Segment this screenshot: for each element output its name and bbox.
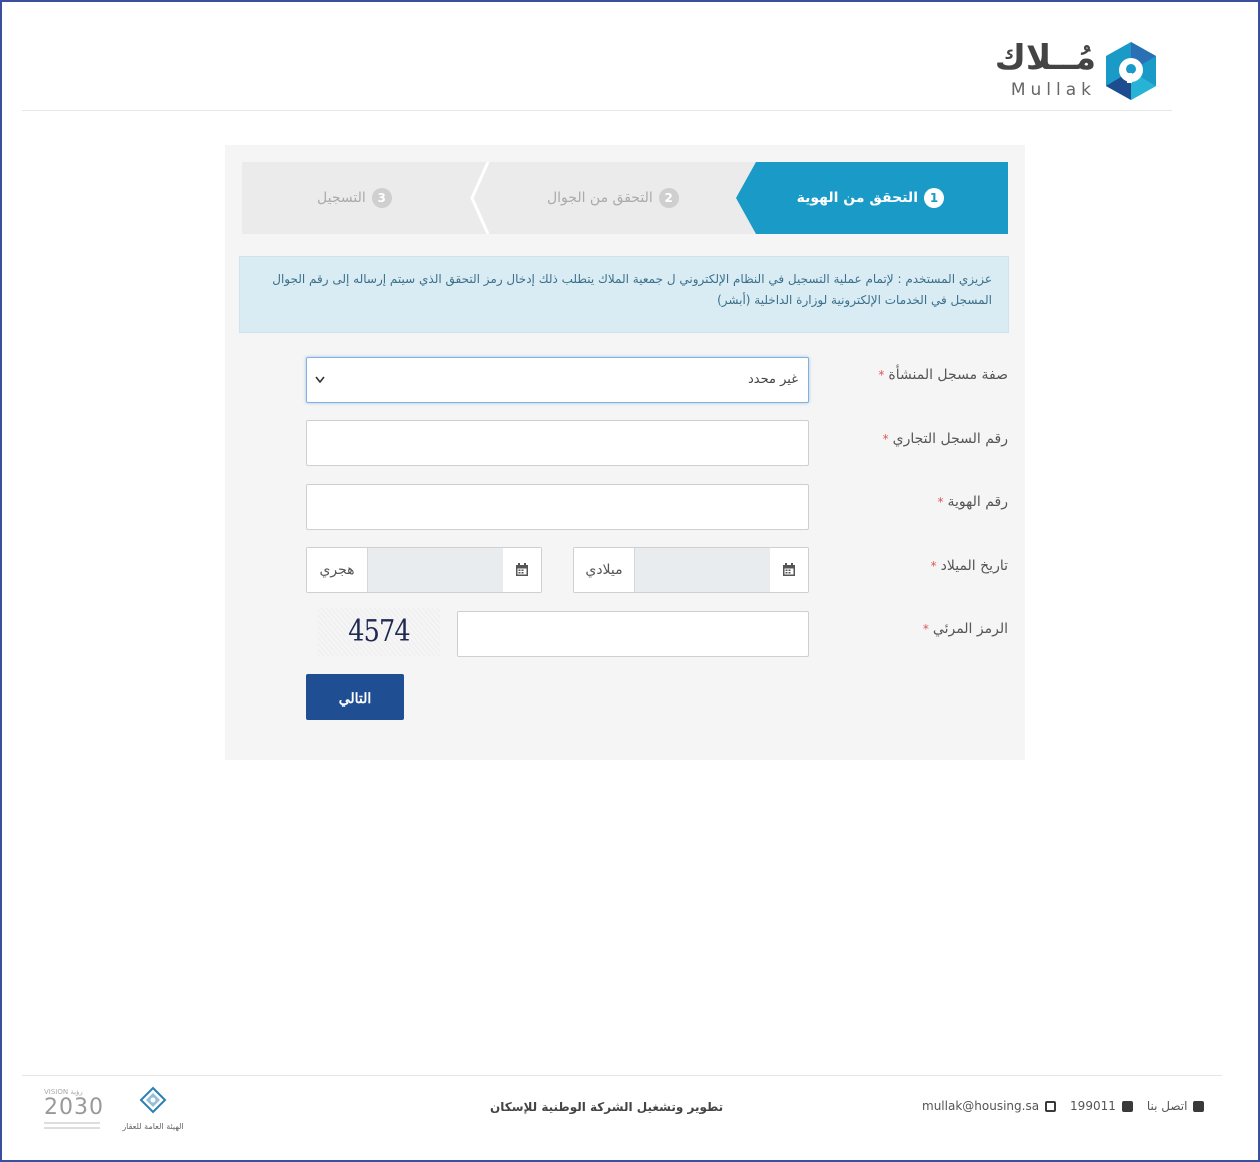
hijri-suffix: هجري (307, 548, 367, 592)
birth-date-label: تاريخ الميلاد* (930, 558, 1008, 574)
captcha-label: الرمز المرئي* (922, 621, 1008, 637)
id-number-input[interactable] (306, 484, 809, 530)
vision-year: 2030 (44, 1095, 104, 1120)
step-label: التسجيل (317, 190, 366, 206)
step-label: التحقق من الجوال (547, 190, 653, 206)
phone-icon (1121, 1100, 1133, 1112)
vision-divider (44, 1122, 100, 1124)
chevron-down-icon (315, 358, 325, 420)
gregorian-date-input[interactable] (634, 548, 772, 592)
gregorian-suffix: ميلادي (574, 548, 634, 592)
required-mark: * (882, 432, 889, 446)
captcha-image: 4574 (317, 608, 441, 656)
mullak-logo[interactable]: مُــلاك Mullak (995, 38, 1162, 104)
phone-number[interactable]: 199011 (1070, 1099, 1116, 1113)
logo-english-text: Mullak (1010, 80, 1096, 100)
step-register[interactable]: 3 التسجيل (317, 186, 392, 210)
step-number: 1 (924, 188, 944, 208)
step-number: 3 (371, 188, 392, 208)
required-mark: * (922, 622, 929, 636)
footer-contact: mullak@housing.sa 199011 اتصل بنا (922, 1099, 1205, 1113)
authority-name: الهيئة العامة للعقار (122, 1122, 184, 1131)
footer-divider (22, 1075, 1222, 1076)
commercial-register-input[interactable] (306, 420, 809, 466)
registrant-type-label: صفة مسجل المنشأة* (878, 367, 1008, 383)
authority-emblem-icon (139, 1086, 167, 1114)
hijri-date-picker[interactable]: هجري (306, 547, 542, 593)
commercial-register-label: رقم السجل التجاري* (882, 431, 1008, 447)
email-icon (1045, 1100, 1057, 1112)
step-identity[interactable]: 1 التحقق من الهوية (797, 186, 944, 210)
calendar-icon[interactable] (503, 548, 541, 592)
required-mark: * (878, 368, 885, 382)
step-mobile[interactable]: 2 التحقق من الجوال (547, 186, 679, 210)
developer-credit: تطوير وتشغيل الشركة الوطنية للإسكان (490, 1100, 724, 1114)
registrant-type-select[interactable]: غير محدد (306, 357, 809, 403)
wizard-steps: 1 التحقق من الهوية 2 التحقق من الجوال 3 … (242, 162, 1008, 234)
captcha-input[interactable] (457, 611, 809, 657)
vision-2030-logo: VISION رؤية 2030 (44, 1088, 104, 1134)
contact-us-link[interactable]: اتصل بنا (1147, 1099, 1188, 1113)
step-label: التحقق من الهوية (796, 190, 918, 206)
required-mark: * (930, 559, 937, 573)
select-value: غير محدد (748, 372, 798, 387)
logo-hexagon-icon (1106, 42, 1156, 100)
calendar-icon[interactable] (770, 548, 808, 592)
external-link-icon (1193, 1100, 1205, 1112)
vision-divider (44, 1127, 100, 1129)
next-button[interactable]: التالي (306, 674, 404, 720)
header-divider (22, 110, 1172, 111)
email-link[interactable]: mullak@housing.sa (922, 1099, 1039, 1113)
required-mark: * (937, 495, 944, 509)
info-alert: عزيزي المستخدم : لإتمام عملية التسجيل في… (239, 256, 1009, 333)
gregorian-date-picker[interactable]: ميلادي (573, 547, 809, 593)
step-number: 2 (658, 188, 679, 208)
logo-arabic-text: مُــلاك (994, 38, 1096, 78)
step-separator-icon (470, 162, 490, 234)
real-estate-authority-logo: الهيئة العامة للعقار (116, 1084, 190, 1140)
id-number-label: رقم الهوية* (937, 494, 1008, 510)
hijri-date-input[interactable] (367, 548, 505, 592)
